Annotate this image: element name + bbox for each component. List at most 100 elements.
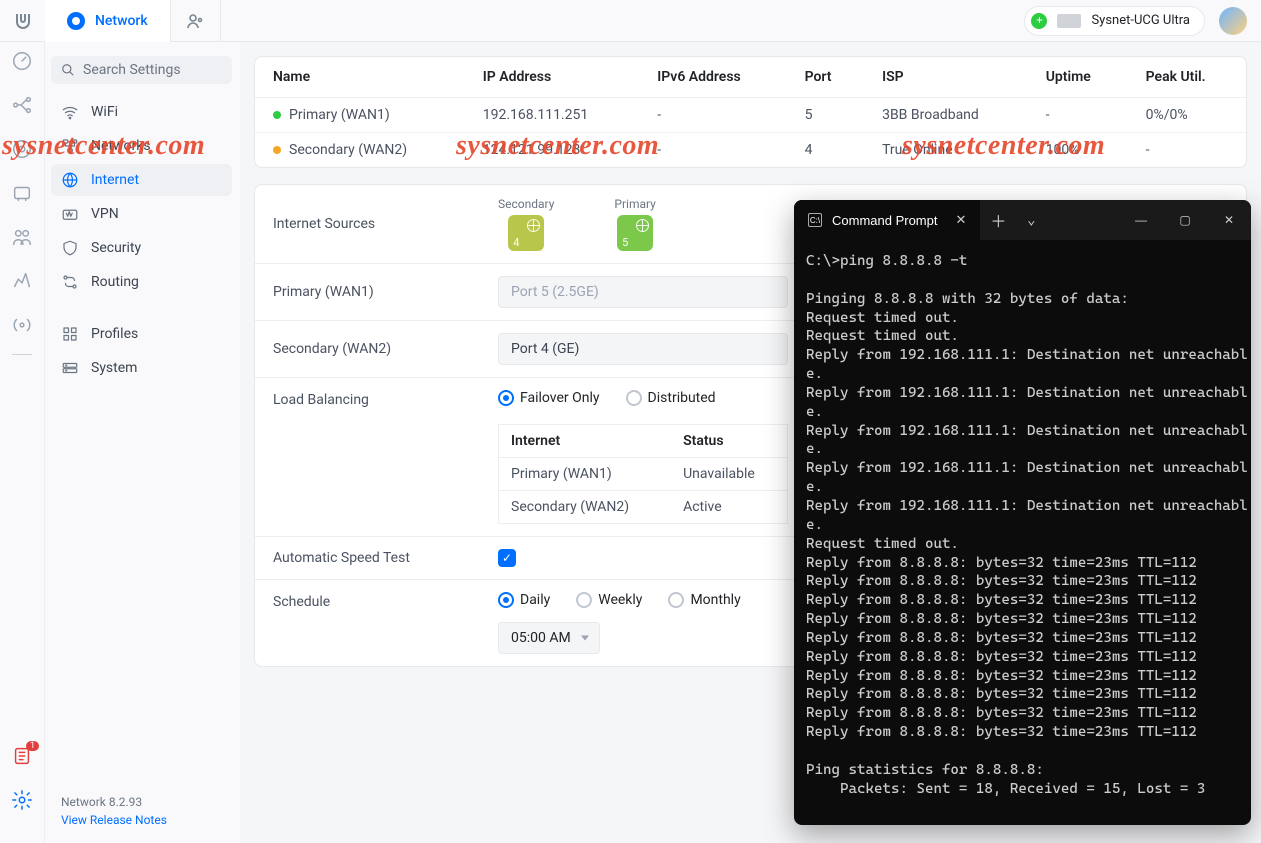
- schedule-radio[interactable]: Weekly: [576, 592, 642, 608]
- port-tile[interactable]: Primary 5: [614, 197, 655, 251]
- sidebar-item-label: Internet: [91, 172, 139, 188]
- sidebar-item-routing[interactable]: Routing: [51, 266, 232, 298]
- device-name-label: Sysnet-UCG Ultra: [1091, 13, 1190, 28]
- clients-icon[interactable]: [11, 226, 33, 248]
- sidebar-item-label: System: [91, 360, 137, 376]
- wifi-icon: [61, 103, 79, 121]
- auto-speed-test-checkbox[interactable]: ✓: [498, 549, 516, 567]
- topology-icon[interactable]: [11, 94, 33, 116]
- radio-dot-icon: [668, 592, 684, 608]
- terminal-output[interactable]: C:\>ping 8.8.8.8 -t Pinging 8.8.8.8 with…: [794, 240, 1251, 825]
- sidebar-item-security[interactable]: Security: [51, 232, 232, 264]
- radio-label: Daily: [520, 592, 550, 608]
- ubiquiti-logo-icon[interactable]: [0, 0, 45, 42]
- schedule-radio[interactable]: Daily: [498, 592, 550, 608]
- radio-label: Failover Only: [520, 390, 600, 406]
- sidebar-item-vpn[interactable]: VPN: [51, 198, 232, 230]
- sidebar-item-label: WiFi: [91, 104, 118, 120]
- settings-icon[interactable]: [11, 789, 33, 811]
- window-minimize-button[interactable]: —: [1119, 200, 1163, 240]
- wan-row[interactable]: Primary (WAN1) 192.168.111.251-53BB Broa…: [255, 98, 1246, 133]
- radio-dot-icon: [626, 390, 642, 406]
- sidebar-item-label: Security: [91, 240, 141, 256]
- sidebar-item-label: Networks: [91, 138, 151, 154]
- search-placeholder: Search Settings: [83, 62, 181, 78]
- release-notes-link[interactable]: View Release Notes: [61, 813, 222, 827]
- terminal-tab[interactable]: C:\ Command Prompt ✕: [794, 200, 980, 240]
- load-balancing-radio[interactable]: Distributed: [626, 390, 716, 406]
- col-header[interactable]: ISP: [864, 57, 1028, 98]
- version-label: Network 8.2.93: [61, 795, 142, 809]
- profiles-icon: [61, 325, 79, 343]
- col-header[interactable]: Uptime: [1028, 57, 1128, 98]
- device-selector[interactable]: + Sysnet-UCG Ultra: [1024, 6, 1205, 36]
- sidebar-item-label: Routing: [91, 274, 139, 290]
- sidebar-item-label: Profiles: [91, 326, 138, 342]
- col-header[interactable]: Peak Util.: [1128, 57, 1246, 98]
- col-header[interactable]: Port: [787, 57, 865, 98]
- primary-wan-select[interactable]: Port 5 (2.5GE): [498, 276, 788, 308]
- lb-row: Secondary (WAN2)Active: [499, 491, 788, 524]
- radios-icon[interactable]: [11, 314, 33, 336]
- user-avatar[interactable]: [1219, 7, 1247, 35]
- topbar: Network + Sysnet-UCG Ultra: [0, 0, 1261, 42]
- window-maximize-button[interactable]: ▢: [1163, 200, 1207, 240]
- schedule-time-select[interactable]: 05:00 AM: [498, 622, 600, 654]
- sidebar-item-system[interactable]: System: [51, 352, 232, 384]
- radio-label: Weekly: [598, 592, 642, 608]
- device-icon[interactable]: [11, 182, 33, 204]
- tile-label: Primary: [614, 197, 655, 211]
- port-number: 4: [513, 236, 519, 249]
- col-header[interactable]: IP Address: [465, 57, 639, 98]
- secondary-wan-select[interactable]: Port 4 (GE): [498, 333, 788, 365]
- terminal-titlebar[interactable]: C:\ Command Prompt ✕ ＋ ⌄ — ▢ ✕: [794, 200, 1251, 240]
- tab-close-icon[interactable]: ✕: [955, 212, 966, 228]
- globe-icon: [636, 219, 649, 232]
- dashboard-icon[interactable]: [11, 50, 33, 72]
- sidebar-item-wifi[interactable]: WiFi: [51, 96, 232, 128]
- cmd-icon: C:\: [808, 213, 822, 227]
- wan-row[interactable]: Secondary (WAN2) 124.121.99.123-4True On…: [255, 133, 1246, 168]
- status-dot-icon: [273, 146, 281, 154]
- internet-icon: [61, 171, 79, 189]
- network-icon: [67, 12, 85, 30]
- routing-icon: [61, 273, 79, 291]
- sidebar-item-networks[interactable]: Networks: [51, 130, 232, 162]
- tab-dropdown-icon[interactable]: ⌄: [1016, 200, 1046, 240]
- terminal-tab-title: Command Prompt: [832, 213, 937, 228]
- schedule-radio[interactable]: Monthly: [668, 592, 740, 608]
- radio-label: Distributed: [648, 390, 716, 406]
- insights-icon[interactable]: [11, 270, 33, 292]
- col-header[interactable]: Name: [255, 57, 465, 98]
- search-settings-input[interactable]: Search Settings: [51, 56, 232, 84]
- col-header: Status: [671, 425, 787, 458]
- icon-rail: [0, 42, 45, 843]
- networks-icon: [61, 137, 79, 155]
- shield-icon: [61, 239, 79, 257]
- radio-dot-icon: [498, 390, 514, 406]
- port-number: 5: [622, 236, 628, 249]
- window-close-button[interactable]: ✕: [1207, 200, 1251, 240]
- sidebar-item-label: VPN: [91, 206, 119, 222]
- sidebar-item-profiles[interactable]: Profiles: [51, 318, 232, 350]
- wan-table-card: NameIP AddressIPv6 AddressPortISPUptimeP…: [254, 56, 1247, 168]
- wan-table: NameIP AddressIPv6 AddressPortISPUptimeP…: [255, 57, 1246, 167]
- notifications-icon[interactable]: [11, 745, 33, 767]
- new-tab-button[interactable]: ＋: [980, 200, 1016, 240]
- col-header[interactable]: IPv6 Address: [639, 57, 786, 98]
- app-tab-network[interactable]: Network: [45, 0, 171, 42]
- command-prompt-window: C:\ Command Prompt ✕ ＋ ⌄ — ▢ ✕ C:\>ping …: [794, 200, 1251, 825]
- device-thumbnail-icon: [1057, 14, 1081, 28]
- col-header: Internet: [499, 425, 672, 458]
- label: Primary (WAN1): [273, 284, 498, 300]
- load-balancing-radio[interactable]: Failover Only: [498, 390, 600, 406]
- app-tab-users[interactable]: [171, 0, 221, 42]
- status-online-icon: +: [1031, 13, 1047, 29]
- label: Secondary (WAN2): [273, 341, 498, 357]
- vpn-icon: [61, 205, 79, 223]
- gauge-icon[interactable]: [11, 138, 33, 160]
- port-tile[interactable]: Secondary 4: [498, 197, 554, 251]
- sidebar-item-internet[interactable]: Internet: [51, 164, 232, 196]
- radio-dot-icon: [498, 592, 514, 608]
- sidebar-footer: Network 8.2.93 View Release Notes: [51, 789, 232, 833]
